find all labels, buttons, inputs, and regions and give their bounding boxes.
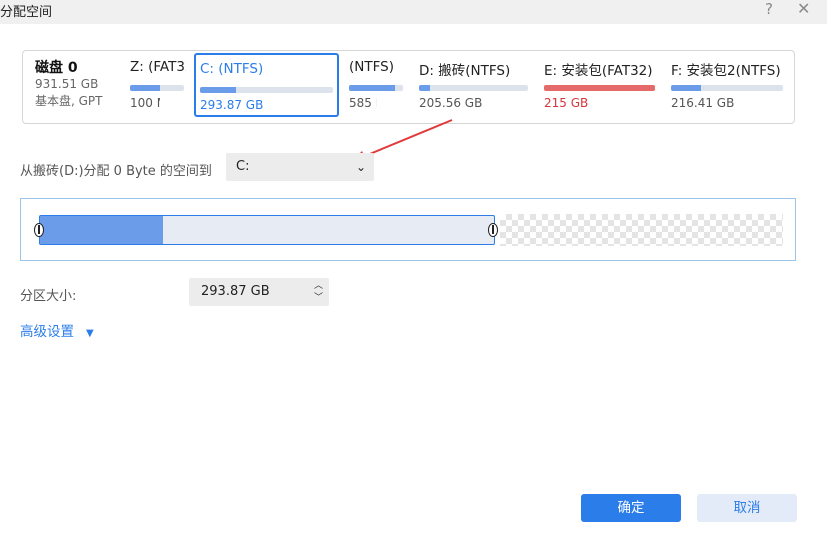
- partition-label: Z: (FAT32): [130, 59, 186, 75]
- partition-ntfs[interactable]: (NTFS) 585 MB: [345, 53, 407, 117]
- partition-e[interactable]: E: 安装包(FAT32) 215 GB: [540, 53, 660, 117]
- partition-size-value: 293.87 GB: [201, 284, 270, 299]
- spin-down-icon[interactable]: ﹀: [314, 293, 323, 303]
- partition-d[interactable]: D: 搬砖(NTFS) 205.56 GB: [415, 53, 531, 117]
- target-partition-select[interactable]: C: ⌄: [226, 153, 374, 181]
- disk-info: 磁盘 0 931.51 GB 基本盘, GPT: [35, 57, 125, 110]
- partition-resize-bar[interactable]: [39, 215, 495, 245]
- chevron-down-icon: ⌄: [355, 160, 366, 174]
- partition-size-label: 分区大小:: [20, 289, 77, 304]
- disk-type: 基本盘, GPT: [35, 94, 103, 108]
- partition-usage-bar: [130, 85, 184, 91]
- partition-usage-bar: [671, 85, 783, 91]
- partition-usage-fill: [349, 85, 395, 91]
- ok-button[interactable]: 确定: [581, 494, 681, 522]
- disk-capacity: 931.51 GB: [35, 77, 99, 91]
- right-resize-handle[interactable]: [488, 223, 498, 237]
- unallocated-space: [500, 214, 783, 246]
- partition-usage-fill: [130, 85, 160, 91]
- partition-usage-fill: [671, 85, 702, 91]
- allocate-source-label: 从搬砖(D:)分配 0 Byte 的空间到: [20, 164, 212, 179]
- close-icon[interactable]: ✕: [797, 0, 810, 18]
- partition-f[interactable]: F: 安装包2(NTFS) 216.41 GB: [667, 53, 787, 117]
- partition-label: (NTFS): [349, 59, 394, 75]
- partition-size: 205.56 GB: [419, 96, 483, 110]
- left-resize-handle[interactable]: [34, 223, 44, 237]
- advanced-settings-toggle[interactable]: 高级设置 ▼: [20, 320, 94, 340]
- partition-size: 100 MB: [130, 96, 160, 110]
- help-icon[interactable]: ?: [765, 0, 773, 18]
- used-space-fill: [40, 216, 163, 244]
- partition-size-input[interactable]: 293.87 GB ︿ ﹀: [189, 278, 329, 306]
- partition-label: D: 搬砖(NTFS): [419, 63, 511, 79]
- partition-usage-fill: [544, 85, 655, 91]
- partition-size: 215 GB: [544, 96, 589, 110]
- window-title: 分配空间: [0, 5, 53, 20]
- partition-resize-panel: [20, 198, 796, 261]
- partition-z[interactable]: Z: (FAT32) 100 MB: [126, 53, 186, 117]
- partition-usage-bar: [419, 85, 528, 91]
- partition-size: 585 MB: [349, 96, 377, 110]
- partition-size: 293.87 GB: [200, 98, 264, 112]
- advanced-settings-label: 高级设置: [20, 324, 74, 340]
- partition-usage-bar: [349, 85, 403, 91]
- partition-usage-bar: [544, 85, 655, 91]
- cancel-button[interactable]: 取消: [697, 494, 797, 522]
- title-bar: 分配空间 ? ✕: [0, 0, 827, 24]
- partition-c[interactable]: C: (NTFS) 293.87 GB: [194, 53, 339, 117]
- partition-usage-bar: [200, 87, 333, 93]
- disk-name: 磁盘 0: [35, 60, 78, 76]
- triangle-down-icon: ▼: [86, 328, 94, 339]
- partition-usage-fill: [200, 87, 236, 93]
- target-partition-value: C:: [236, 159, 250, 174]
- partition-size: 216.41 GB: [671, 96, 735, 110]
- partition-label: C: (NTFS): [200, 61, 264, 77]
- spin-up-icon[interactable]: ︿: [314, 281, 323, 291]
- partition-label: E: 安装包(FAT32): [544, 63, 653, 79]
- partition-usage-fill: [419, 85, 430, 91]
- partition-label: F: 安装包2(NTFS): [671, 63, 781, 79]
